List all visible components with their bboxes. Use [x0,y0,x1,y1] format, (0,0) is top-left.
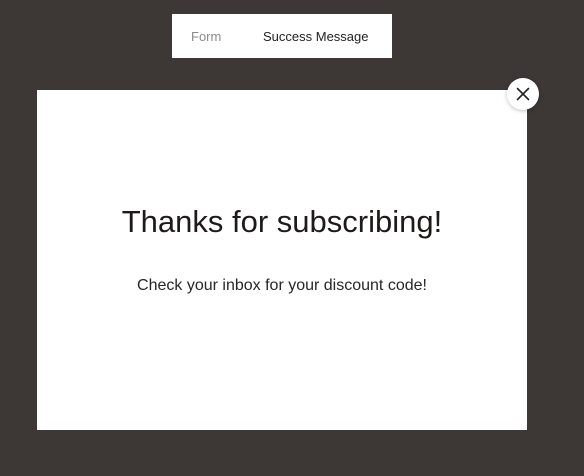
tab-form[interactable]: Form [191,14,221,58]
close-button[interactable] [507,78,539,110]
modal-title: Thanks for subscribing! [121,204,443,239]
tab-success-message[interactable]: Success Message [263,14,369,58]
preview-tab-bar: Form Success Message [172,14,392,58]
modal-message: Check your inbox for your discount code! [137,277,427,294]
close-icon [516,87,530,101]
success-modal: Thanks for subscribing! Check your inbox… [37,90,527,430]
